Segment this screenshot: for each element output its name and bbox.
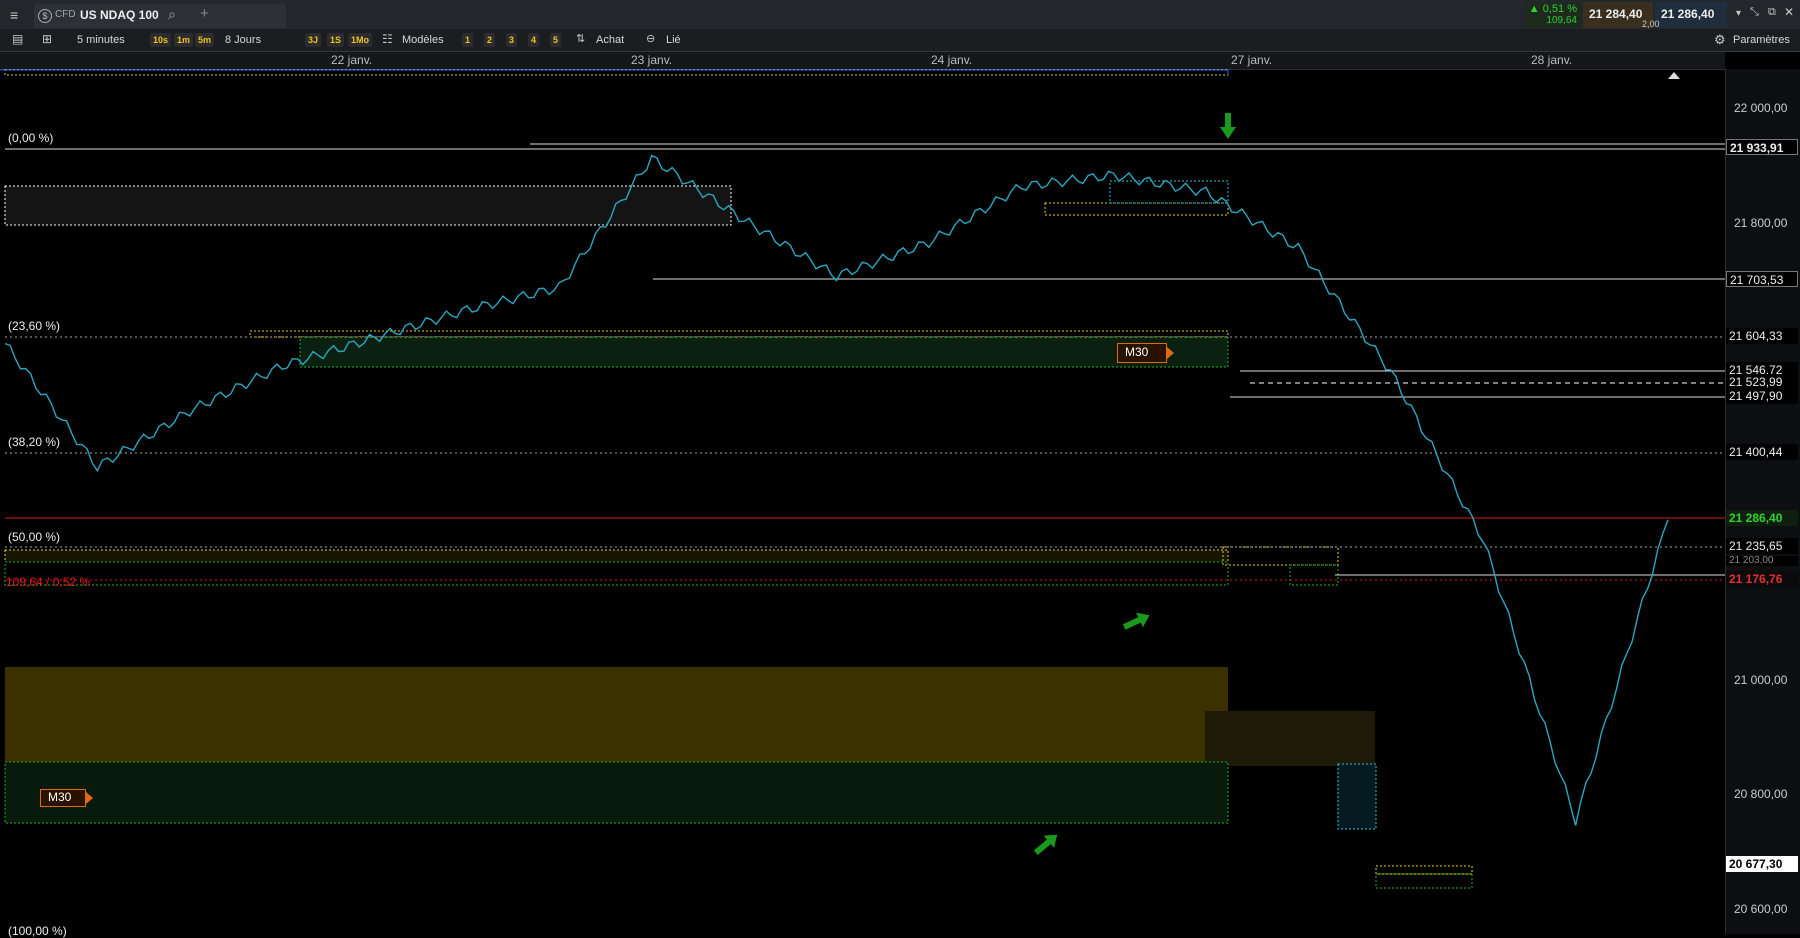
layout-icon[interactable]: ⊞ <box>42 32 52 46</box>
range-select[interactable]: 8 Jours <box>225 29 261 51</box>
level-tag: 21 933,91 <box>1726 139 1798 155</box>
time-axis: 22 janv. 23 janv. 24 janv. 27 janv. 28 j… <box>0 52 1725 70</box>
model-chip-4[interactable]: 4 <box>528 33 540 47</box>
zone-yellow-50pct <box>4 549 1229 563</box>
time-label-23: 23 janv. <box>631 53 673 67</box>
fib-label-23: (23,60 %) <box>8 319 61 333</box>
ask-button[interactable]: 21 286,40 <box>1655 2 1727 28</box>
instrument-type: CFD <box>55 9 76 20</box>
scroll-up-icon[interactable] <box>1668 72 1680 79</box>
model-chip-5[interactable]: 5 <box>550 33 562 47</box>
zone-green-50pct <box>4 561 1229 586</box>
change-abs: 109,64 <box>1546 15 1577 26</box>
model-chip-1[interactable]: 1 <box>462 33 474 47</box>
price-axis <box>1725 69 1800 934</box>
level-tag: 21 497,90 <box>1726 388 1798 404</box>
time-label-28: 28 janv. <box>1531 53 1573 67</box>
play-icon <box>86 792 93 804</box>
zone-cyan-top <box>1109 180 1229 204</box>
fib-label-100: (100,00 %) <box>8 924 67 938</box>
price-tick: 22 000,00 <box>1734 101 1788 115</box>
interval-chip-1m[interactable]: 1m <box>174 33 194 47</box>
interval-chip-10s[interactable]: 10s <box>150 33 172 47</box>
level-tag: 21 703,53 <box>1726 271 1798 287</box>
level-tag: 21 235,65 <box>1726 538 1798 554</box>
m30-marker[interactable]: M30 <box>40 789 93 807</box>
zone-yellow-low <box>1375 865 1473 875</box>
green-arrow-up-right-icon <box>1033 834 1058 856</box>
range-chip-1mo[interactable]: 1Mo <box>348 33 372 47</box>
change-box: ▲ 0,51 % 109,64 <box>1525 2 1581 28</box>
chart-toolbar: ▤ ⊞ 5 minutes 10s 1m 5m 8 Jours 3J 1S 1M… <box>0 29 1800 52</box>
settings-button[interactable]: Paramètres <box>1733 29 1790 51</box>
add-tab-icon[interactable]: + <box>200 5 209 22</box>
model-chip-3[interactable]: 3 <box>506 33 518 47</box>
linked-button[interactable]: Lié <box>666 29 681 51</box>
change-line-label: 109,64 / 0,52 % <box>6 575 91 589</box>
demand-zone-dark <box>1205 711 1375 766</box>
time-label-22: 22 janv. <box>331 53 373 67</box>
instrument-name: US NDAQ 100 <box>80 8 159 22</box>
zone-yellow-small <box>1222 546 1339 566</box>
zone-green-23pct <box>299 336 1229 368</box>
list-icon[interactable]: ▤ <box>12 32 23 46</box>
level-tag: 21 400,44 <box>1726 444 1798 460</box>
zone-cyan-low <box>1337 763 1377 830</box>
search-icon[interactable]: ⌕ <box>168 6 176 23</box>
models-button[interactable]: Modèles <box>402 29 444 51</box>
play-icon <box>1167 347 1174 359</box>
close-icon[interactable]: ✕ <box>1784 5 1794 19</box>
demand-zone-green <box>4 761 1229 824</box>
link-icon: ⊖ <box>646 33 656 45</box>
price-tick: 20 800,00 <box>1734 787 1788 801</box>
buy-button[interactable]: Achat <box>596 29 624 51</box>
price-chart[interactable] <box>0 69 1725 934</box>
popout-icon[interactable]: ⧉ <box>1768 6 1776 19</box>
model-chip-2[interactable]: 2 <box>484 33 496 47</box>
gear-icon[interactable]: ⚙ <box>1714 32 1726 48</box>
change-pct: ▲ 0,51 % <box>1528 3 1577 15</box>
zone-green-low <box>1375 873 1473 889</box>
supply-zone-top <box>4 185 732 226</box>
time-label-24: 24 janv. <box>931 53 973 67</box>
green-arrow-down-icon <box>1220 113 1236 139</box>
demand-zone-yellow <box>5 667 1228 762</box>
models-icon: ☷ <box>382 32 393 46</box>
fib-label-0: (0,00 %) <box>8 131 54 145</box>
level-tag: 21 604,33 <box>1726 328 1798 344</box>
menu-icon[interactable]: ≡ <box>10 7 18 23</box>
dropdown-icon[interactable]: ▾ <box>1736 8 1741 19</box>
interval-select[interactable]: 5 minutes <box>77 29 125 51</box>
price-tick: 20 600,00 <box>1734 902 1788 916</box>
green-arrow-up-right-icon <box>1122 612 1150 630</box>
m30-marker[interactable]: M30 <box>1117 343 1174 363</box>
top-bar: ≡ $ CFD US NDAQ 100 ⌕ + ▲ 0,51 % 109,64 … <box>0 0 1800 30</box>
range-chip-1s[interactable]: 1S <box>327 33 345 47</box>
fib-label-50: (50,00 %) <box>8 530 61 544</box>
interval-chip-5m[interactable]: 5m <box>195 33 215 47</box>
price-tick: 21 000,00 <box>1734 673 1788 687</box>
fib-label-38: (38,20 %) <box>8 435 61 449</box>
level-tag-hidden: 21 203,00 <box>1726 556 1798 566</box>
spread: 2,00 <box>1642 19 1660 29</box>
time-label-27: 27 janv. <box>1231 53 1273 67</box>
reference-price-tag: 21 176,76 <box>1726 571 1798 587</box>
minimize-icon[interactable]: ⤡ <box>1750 6 1759 19</box>
range-chip-3j[interactable]: 3J <box>305 33 322 47</box>
dollar-icon: $ <box>38 9 52 23</box>
zone-yellow-top-right <box>1044 202 1229 216</box>
buy-icon: ⇅ <box>576 33 586 45</box>
price-tick: 21 800,00 <box>1734 216 1788 230</box>
current-price-tag: 21 286,40 <box>1726 510 1798 526</box>
instrument-tab[interactable]: $ CFD US NDAQ 100 ⌕ <box>34 4 286 28</box>
level-tag: 20 677,30 <box>1726 856 1798 872</box>
zone-green-small <box>1289 564 1339 586</box>
